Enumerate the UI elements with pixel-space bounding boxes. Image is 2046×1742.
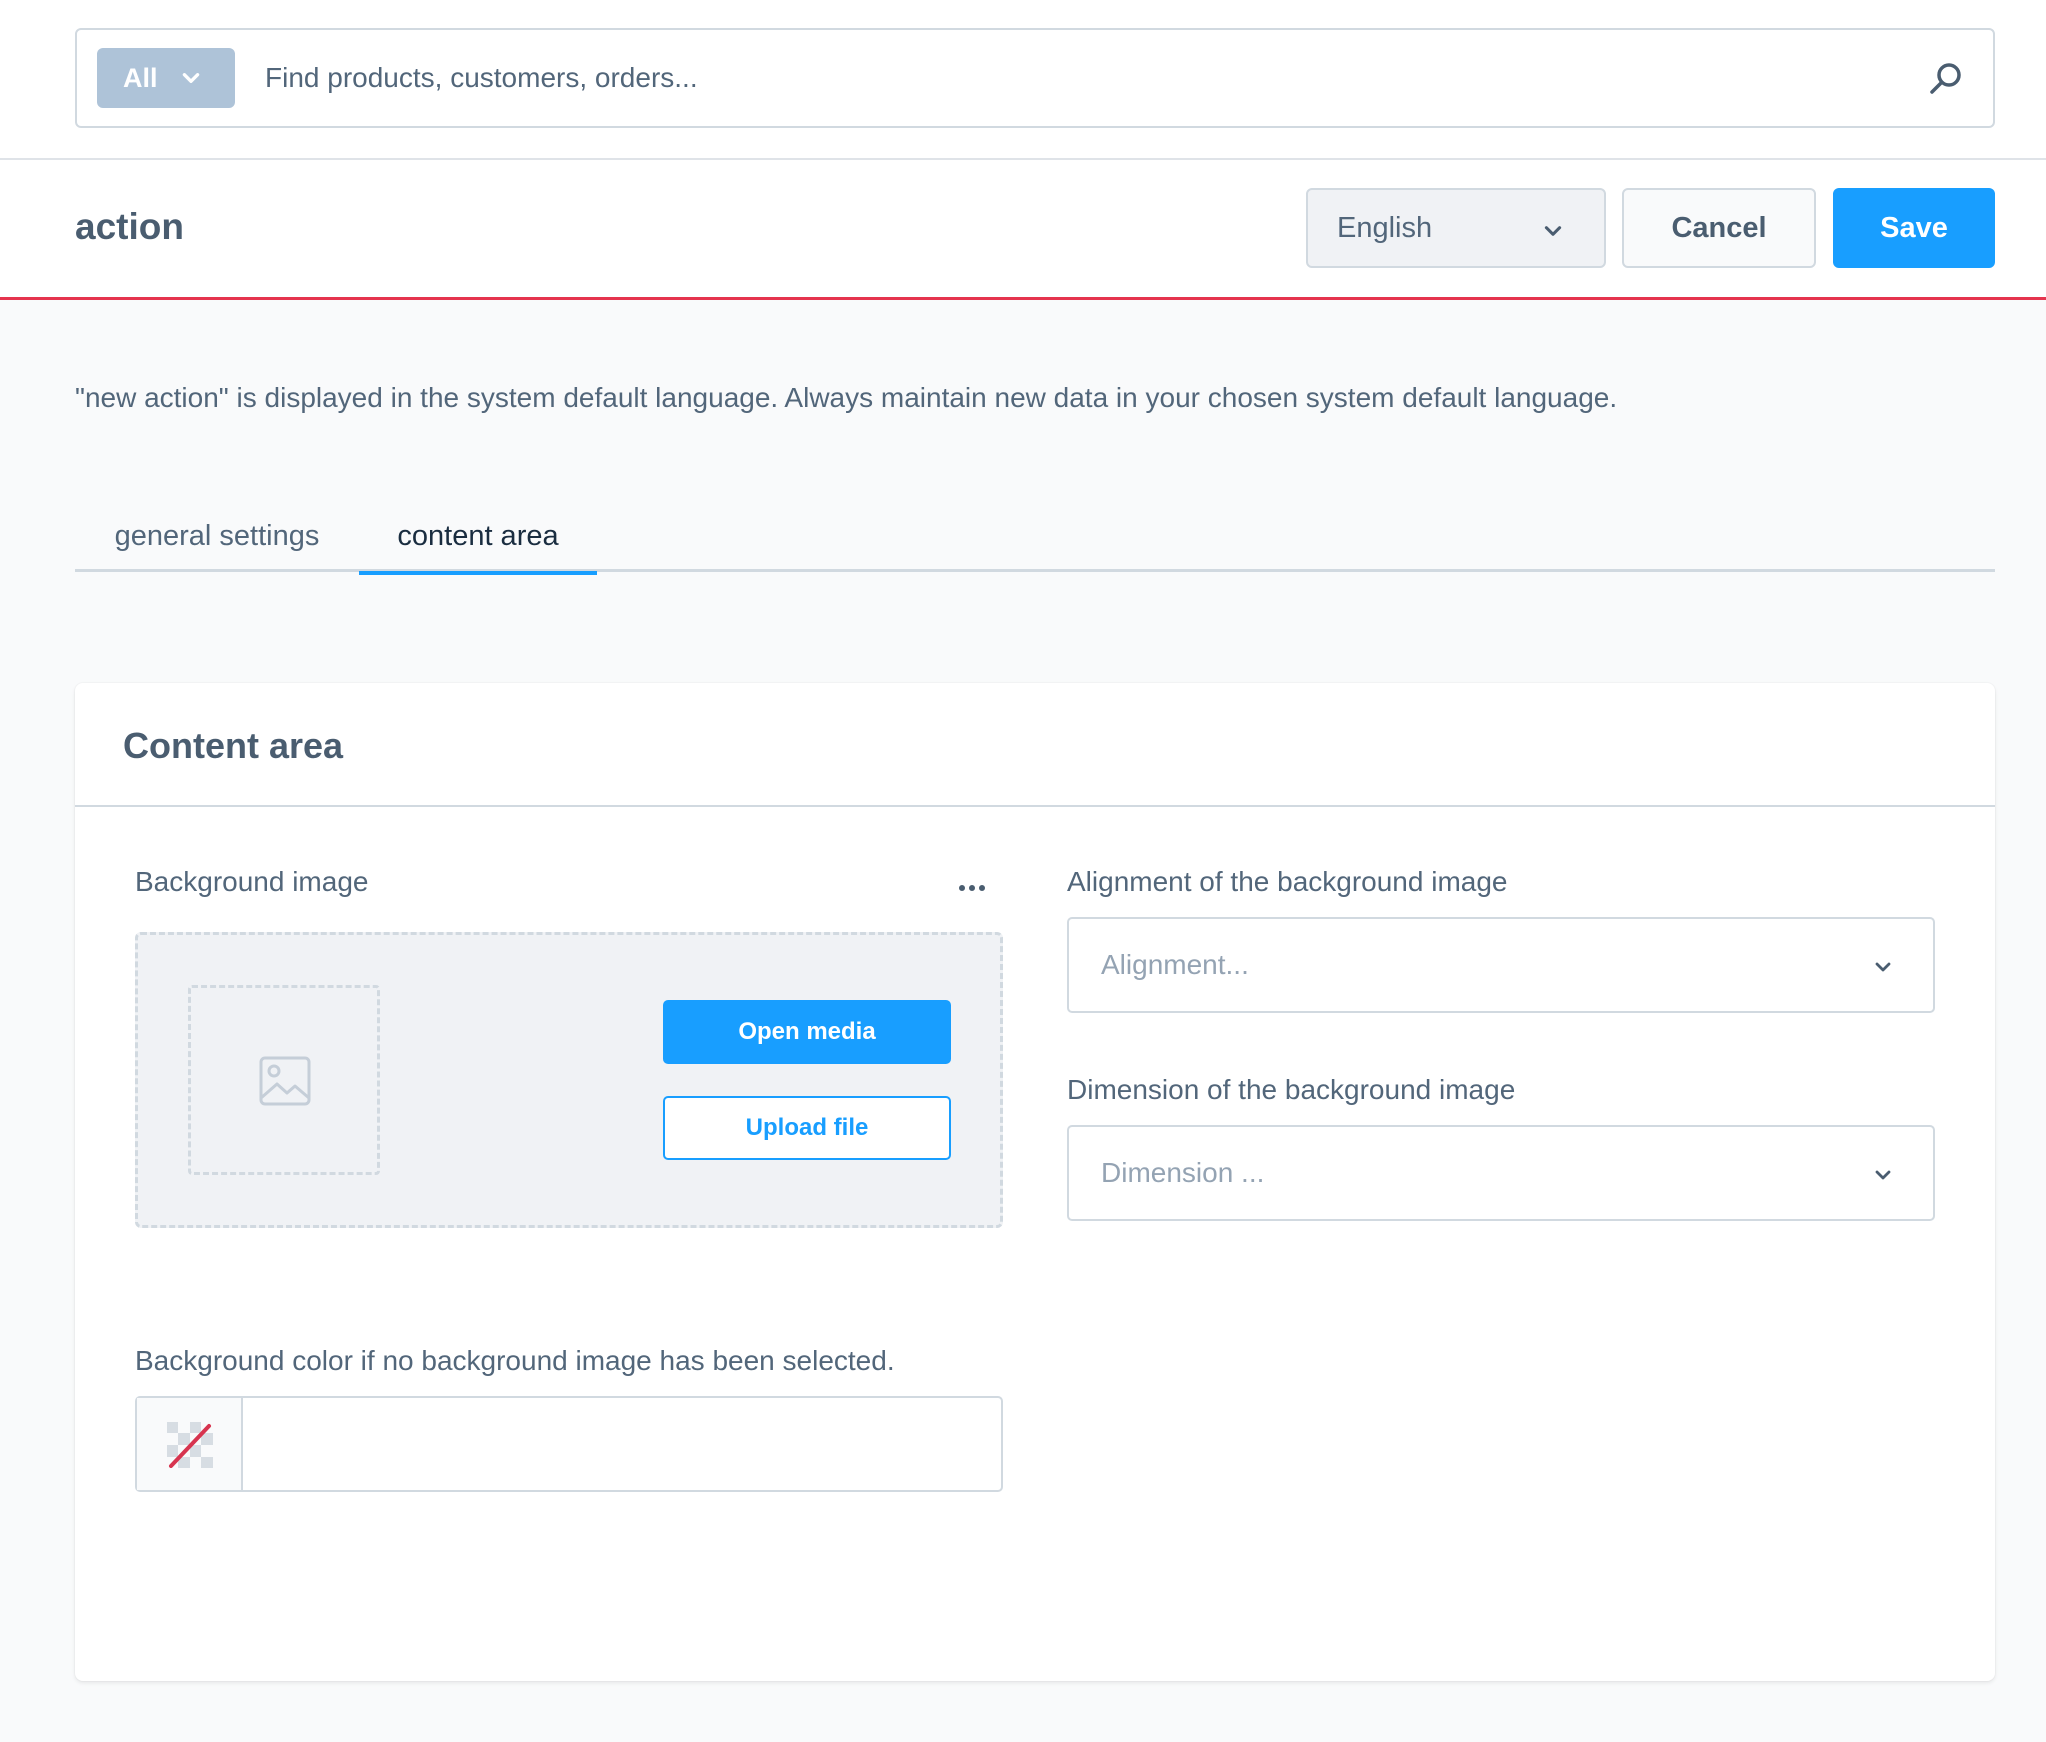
tab-bar: general settings content area (75, 500, 1995, 575)
dimension-label: Dimension of the background image (1067, 1074, 1516, 1105)
language-select[interactable]: English (1306, 188, 1606, 268)
open-media-button[interactable]: Open media (663, 1000, 951, 1064)
chevron-down-icon (182, 73, 199, 83)
chevron-down-icon (1875, 1170, 1891, 1180)
chevron-down-icon (1875, 962, 1891, 972)
tab-content-area[interactable]: content area (359, 500, 597, 575)
alignment-select[interactable]: Alignment... (1067, 917, 1935, 1013)
background-image-dropzone[interactable]: Open media Upload file (135, 932, 1003, 1228)
cancel-button[interactable]: Cancel (1622, 188, 1816, 268)
top-bar: All (0, 0, 2046, 160)
image-placeholder-icon (259, 1056, 311, 1106)
content-area-card: Content area Background image Open media… (75, 683, 1995, 1681)
upload-file-button[interactable]: Upload file (663, 1096, 951, 1160)
background-color-input[interactable] (247, 1398, 997, 1490)
color-swatch[interactable] (137, 1398, 243, 1490)
search-type-label: All (123, 62, 158, 93)
page-title: action (75, 206, 184, 247)
save-button[interactable]: Save (1833, 188, 1995, 268)
search-type-dropdown[interactable]: All (97, 48, 235, 108)
no-color-icon (167, 1422, 213, 1468)
search-input[interactable] (265, 48, 1885, 108)
page-header: action English Cancel Save (0, 160, 2046, 300)
image-preview (188, 985, 380, 1175)
alignment-label: Alignment of the background image (1067, 866, 1508, 897)
alignment-placeholder: Alignment... (1101, 949, 1249, 980)
card-header: Content area (75, 683, 1995, 807)
more-options-icon[interactable] (957, 883, 987, 893)
language-info-message: "new action" is displayed in the system … (75, 382, 1618, 413)
search-icon[interactable] (1927, 60, 1965, 98)
dimension-select[interactable]: Dimension ... (1067, 1125, 1935, 1221)
background-image-label: Background image (135, 866, 369, 897)
dimension-placeholder: Dimension ... (1101, 1157, 1265, 1188)
card-title: Content area (123, 725, 344, 766)
tab-general-settings[interactable]: general settings (75, 500, 359, 572)
background-color-label: Background color if no background image … (135, 1345, 895, 1376)
chevron-down-icon (1544, 226, 1562, 236)
language-select-value: English (1337, 211, 1433, 244)
background-color-field (135, 1396, 1003, 1492)
global-search: All (75, 28, 1995, 128)
